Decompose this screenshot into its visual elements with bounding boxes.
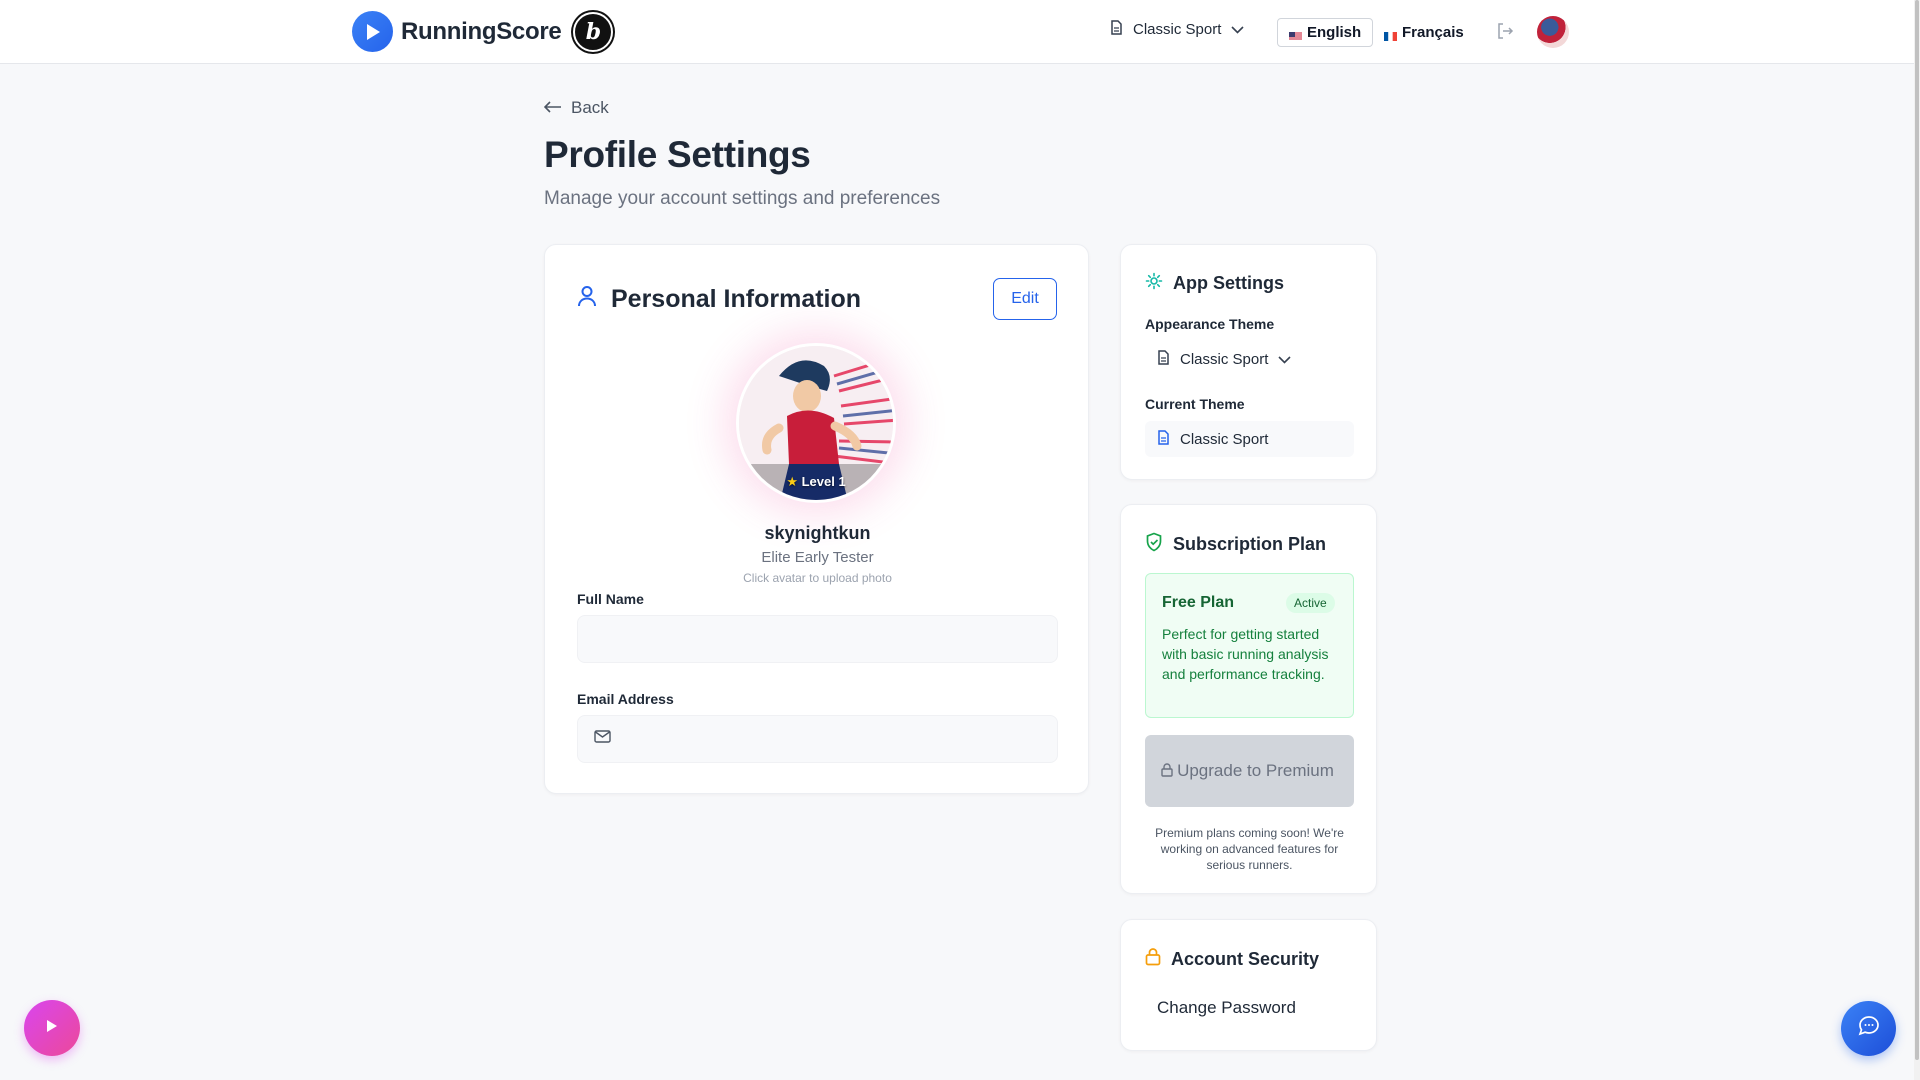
play-icon [352,11,393,52]
brand-badge-logo: b [573,11,614,52]
username: skynightkun [764,523,871,543]
card-header: Account Security [1145,947,1319,971]
play-fab-button[interactable] [24,1000,80,1056]
logout-icon[interactable] [1496,22,1514,45]
lock-icon [1145,947,1161,971]
lock-icon [1161,762,1173,780]
document-icon [1157,350,1170,369]
card-header: App Settings [1145,272,1284,295]
upgrade-label: Upgrade to Premium [1177,761,1334,780]
appearance-theme-value: Classic Sport [1180,351,1269,368]
account-security-card: Account Security Change Password [1120,919,1377,1051]
star-icon: ★ [786,474,798,489]
language-english-button[interactable]: English [1277,18,1374,47]
card-title: Account Security [1171,948,1320,969]
card-header: Subscription Plan [1145,532,1326,557]
language-label: English [1307,24,1362,41]
personal-information-card: Personal Information Edit ★ Level 1 skyn… [544,244,1089,794]
premium-note: Premium plans coming soon! We're working… [1155,826,1344,872]
gear-icon [1145,272,1163,295]
user-icon [577,285,597,314]
page-subtitle: Manage your account settings and prefere… [544,188,941,209]
email-field[interactable] [577,715,1058,763]
us-flag-icon [1289,28,1302,41]
scrollbar-thumb[interactable] [1915,0,1919,1060]
arrow-left-icon [543,98,562,118]
plan-description: Perfect for getting started with basic r… [1162,626,1329,682]
profile-avatar[interactable]: ★ Level 1 [736,343,896,503]
chat-icon [1857,1014,1881,1043]
current-theme-value: Classic Sport [1180,430,1269,448]
document-icon [1110,20,1123,39]
header-theme-label: Classic Sport [1133,21,1222,38]
document-icon [1157,429,1170,449]
edit-button[interactable]: Edit [993,278,1057,320]
level-badge: ★ Level 1 [739,474,893,490]
shield-check-icon [1145,532,1163,557]
full-name-input[interactable] [594,630,1041,648]
brand-name: RunningScore [401,17,562,45]
card-header: Personal Information [577,285,861,314]
brand[interactable]: RunningScore b [352,11,614,52]
play-icon [46,1019,58,1038]
appearance-theme-label: Appearance Theme [1145,316,1275,332]
page-title: Profile Settings [544,134,811,175]
language-label: Français [1402,24,1464,41]
user-title: Elite Early Tester [761,549,874,566]
full-name-field[interactable] [577,615,1058,663]
top-navbar: RunningScore b Classic Sport English Fra… [0,0,1914,64]
email-input[interactable] [623,730,1041,748]
mail-icon [594,730,611,748]
level-label: Level 1 [801,474,846,489]
chevron-down-icon [1231,21,1244,38]
chat-fab-button[interactable] [1841,1001,1896,1056]
user-avatar[interactable] [1537,16,1569,48]
chevron-down-icon [1278,351,1291,368]
appearance-theme-select[interactable]: Classic Sport [1157,350,1291,369]
card-title: Subscription Plan [1173,534,1327,554]
back-link[interactable]: Back [543,98,609,118]
app-settings-card: App Settings Appearance Theme Classic Sp… [1120,244,1377,480]
language-french-button[interactable]: Français [1384,18,1464,47]
current-theme-label: Current Theme [1145,396,1245,412]
back-label: Back [571,98,609,117]
email-label: Email Address [577,691,674,707]
header-theme-select[interactable]: Classic Sport [1110,20,1244,39]
card-title: App Settings [1173,273,1284,293]
plan-status-badge: Active [1286,593,1335,613]
full-name-label: Full Name [577,591,644,607]
subscription-plan-card: Subscription Plan Free Plan Active Perfe… [1120,504,1377,894]
upload-hint: Click avatar to upload photo [743,571,892,585]
card-title: Personal Information [611,285,862,313]
current-plan-box: Free Plan Active Perfect for getting sta… [1145,573,1354,718]
fr-flag-icon [1384,28,1397,41]
current-theme-display: Classic Sport [1145,421,1354,457]
plan-name: Free Plan [1162,594,1235,611]
upgrade-to-premium-button[interactable]: Upgrade to Premium [1145,735,1354,807]
change-password-link[interactable]: Change Password [1157,998,1296,1018]
